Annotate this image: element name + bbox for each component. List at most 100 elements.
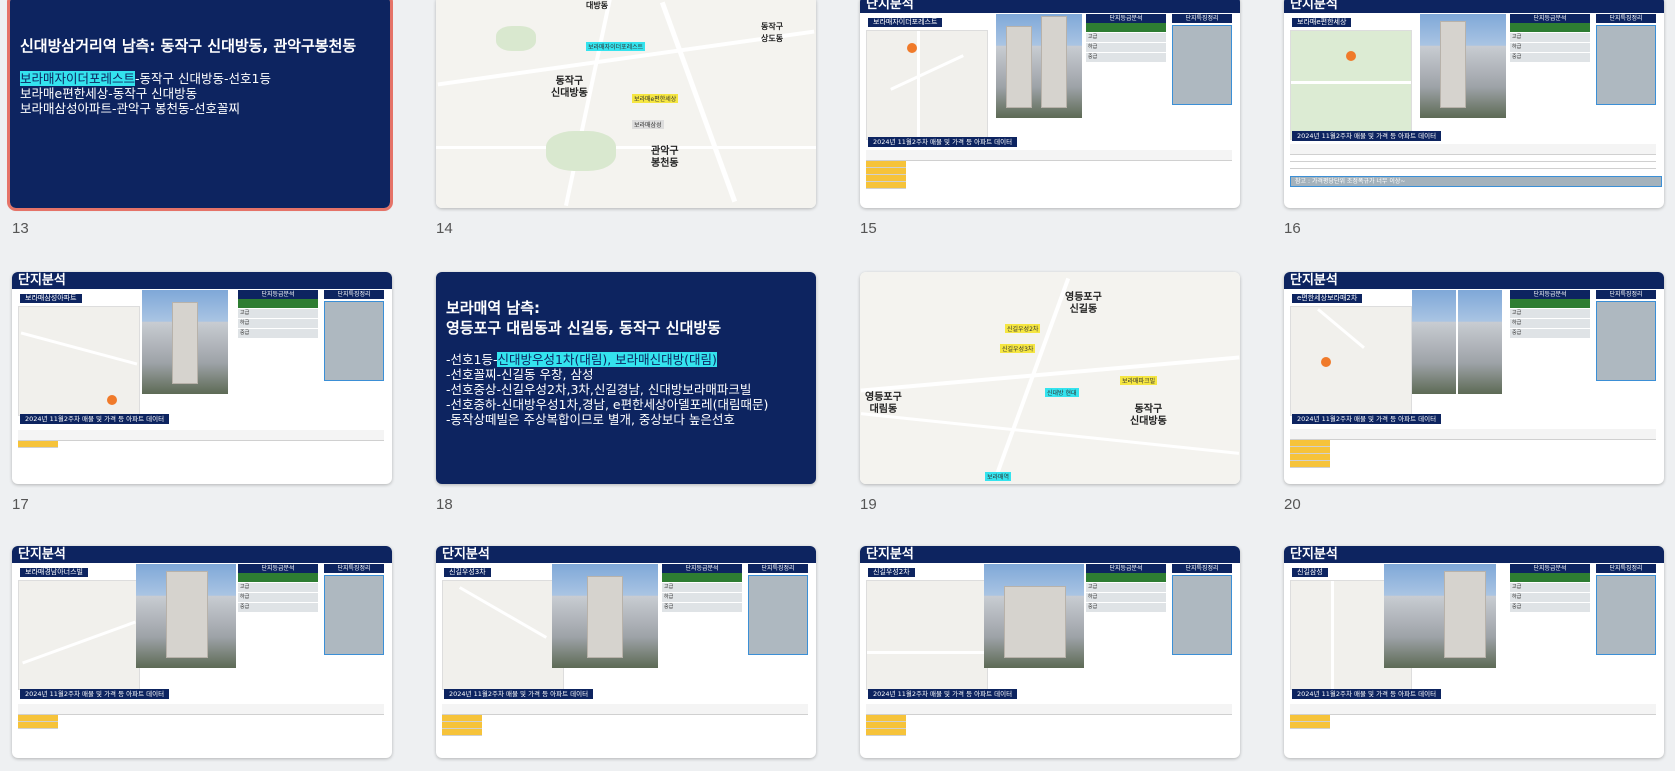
slide-line-2: -선호꼴찌-신길동 우창, 삼성 [446, 367, 594, 382]
map-label: 동작구 신대방동 [551, 76, 588, 99]
highlight-text: 보라매자이더포레스트 [20, 71, 136, 86]
location-map [442, 580, 564, 690]
map-marker-label: 보라매삼성 [632, 120, 664, 129]
slide-thumbnail-20[interactable]: 단지분석 e편한세상보라매2차 단지등급분석 고급 하급 중급 단지특징정리 2024… [1284, 272, 1664, 484]
slide-thumbnail-18[interactable]: 보라매역 남측: 영등포구 대림동과 신길동, 동작구 신대방동 -선호1등-신… [436, 272, 816, 484]
note-bar: 참고 : 가격평당단위 조정폭규가 너무 이상~ [1290, 176, 1662, 187]
slide-header: 단지분석 [860, 546, 1240, 563]
slide-header: 단지분석 [1284, 546, 1664, 563]
feature-box: 단지특징정리 [324, 564, 384, 655]
slide-header: 단지분석 [12, 546, 392, 563]
data-table-title: 2024년 11월2주차 매물 및 가격 등 아파트 데이터 [868, 689, 1018, 699]
map-label: 대방동 [586, 1, 609, 10]
data-table-title: 2024년 11월2주차 매물 및 가격 등 아파트 데이터 [1292, 131, 1442, 141]
location-map [18, 306, 140, 416]
apartment-data-table [18, 704, 384, 729]
data-table-title: 2024년 11월2주차 매물 및 가격 등 아파트 데이터 [20, 414, 170, 424]
slide-thumbnail-23[interactable]: 단지분석 신길우성2차 단지등급분석 고급 하급 중급 단지특징정리 2024년 11… [860, 546, 1240, 758]
map-label: 동작구 신대방동 [1130, 404, 1167, 427]
data-table-title: 2024년 11월2주차 매물 및 가격 등 아파트 데이터 [1292, 414, 1442, 424]
feature-box: 단지특징정리 [324, 290, 384, 381]
slide-thumbnail-21[interactable]: 단지분석 보라매경남아너스빌 단지등급분석 고급 하급 중급 단지특징정리 2024년… [12, 546, 392, 758]
location-map [866, 580, 988, 690]
grade-table: 단지등급분석 고급 하급 중급 [662, 564, 742, 636]
slide-line-4: -선호중하-신대방우성1차,경남, e편한세상아델포레(대림때문) [446, 397, 769, 412]
grade-table: 단지등급분석 고급 하급 중급 [238, 290, 318, 362]
complex-photo [136, 564, 236, 668]
apartment-data-table [866, 704, 1232, 754]
feature-box: 단지특징정리 [1596, 290, 1656, 381]
slide-line-3: 보라매삼성아파트-관악구 봉천동-선호꼴찌 [20, 101, 240, 116]
apartment-data-table [1290, 704, 1656, 734]
map-marker-label: 보라매e편한세상 [632, 94, 679, 103]
slide-number: 17 [12, 496, 29, 513]
complex-name: e편한세상보라매2차 [1292, 294, 1363, 303]
data-table-title: 2024년 11월2주차 매물 및 가격 등 아파트 데이터 [444, 689, 594, 699]
slide-thumbnail-16[interactable]: 단지분석 보라매e편한세상 단지등급분석 고급 하급 중급 단지특징정리 2024년 … [1284, 0, 1664, 208]
apartment-data-table [866, 150, 1232, 200]
map-marker-label: 보라매파크빌 [1120, 376, 1158, 385]
location-map [18, 580, 140, 690]
map-highlight-label: 보라매자이더포레스트 [586, 42, 646, 51]
map-label: 관악구 봉천동 [651, 146, 679, 169]
complex-name: 신길우성3차 [444, 568, 491, 577]
map-marker-label: 신길우성3차 [1000, 344, 1036, 353]
map-image: 영등포구 신길동 영등포구 대림동 동작구 신대방동 신길우성2차 신길우성3차… [860, 272, 1240, 484]
complex-name: 보라매e편한세상 [1292, 18, 1352, 27]
apartment-data-table [1290, 429, 1656, 479]
slide-header: 단지분석 [860, 0, 1240, 13]
slide-header: 단지분석 [12, 272, 392, 289]
slide-thumbnail-22[interactable]: 단지분석 신길우성3차 단지등급분석 고급 하급 중급 단지특징정리 2024년 11… [436, 546, 816, 758]
complex-name: 신길삼성 [1292, 568, 1328, 577]
slide-number: 18 [436, 496, 453, 513]
feature-box: 단지특징정리 [1172, 14, 1232, 105]
slide-thumbnail-14[interactable]: 동작구 신대방동 관악구 봉천동 동작구 상도동 대방동 보라매자이더포레스트 … [436, 0, 816, 208]
slide-thumbnail-19[interactable]: 영등포구 신길동 영등포구 대림동 동작구 신대방동 신길우성2차 신길우성3차… [860, 272, 1240, 484]
complex-photo [1412, 290, 1456, 394]
location-map [866, 30, 988, 140]
slide-line-2: 보라매e편한세상-동작구 신대방동 [20, 86, 198, 101]
slide-thumbnail-17[interactable]: 단지분석 보라매삼성아파트 단지등급분석 고급 하급 중급 단지특징정리 2024년 … [12, 272, 392, 484]
grade-table: 단지등급분석 고급 하급 중급 [1510, 14, 1590, 86]
map-marker-label: 신길우성2차 [1005, 324, 1041, 333]
complex-photo [1458, 290, 1502, 394]
slide-title: 보라매역 남측: 영등포구 대림동과 신길동, 동작구 신대방동 [446, 299, 721, 337]
complex-photo [984, 564, 1084, 668]
map-image: 동작구 신대방동 관악구 봉천동 동작구 상도동 대방동 보라매자이더포레스트 … [436, 0, 816, 208]
complex-name: 보라매경남아너스빌 [20, 568, 88, 577]
slide-number: 14 [436, 220, 453, 237]
apartment-data-table [18, 430, 384, 450]
map-label: 동작구 상도동 [761, 22, 784, 43]
slide-line-5: -동작상떼빌은 주상복합이므로 별개, 중상보다 높은선호 [446, 412, 735, 427]
complex-photo [1420, 14, 1506, 118]
slide-title: 신대방삼거리역 남측: 동작구 신대방동, 관악구봉천동 [20, 37, 357, 55]
grade-table: 단지등급분석 고급 하급 중급 [1086, 14, 1166, 86]
highlight-text: 신대방우성1차(대림), 보라매신대방(대림) [497, 352, 717, 367]
slide-number: 19 [860, 496, 877, 513]
slide-thumbnail-13[interactable]: 신대방삼거리역 남측: 동작구 신대방동, 관악구봉천동 보라매자이더포레스트-… [7, 0, 393, 211]
slide-line-1: -선호1등-신대방우성1차(대림), 보라매신대방(대림) [446, 352, 717, 367]
data-table-title: 2024년 11월2주차 매물 및 가격 등 아파트 데이터 [1292, 689, 1442, 699]
slide-number: 15 [860, 220, 877, 237]
complex-photo [996, 14, 1082, 118]
slide-number: 13 [12, 220, 29, 237]
data-table-title: 2024년 11월2주차 매물 및 가격 등 아파트 데이터 [868, 137, 1018, 147]
map-highlight-label: 신대방 현대 [1045, 388, 1079, 397]
feature-box: 단지특징정리 [1596, 14, 1656, 105]
grade-table: 단지등급분석 고급 하급 중급 [1510, 564, 1590, 636]
slide-thumbnail-15[interactable]: 단지분석 보라매자이더포레스트 단지등급분석 고급 하급 중급 단지특징정리 2024… [860, 0, 1240, 208]
slide-header: 단지분석 [436, 546, 816, 563]
complex-name: 보라매자이더포레스트 [868, 18, 943, 27]
complex-photo [142, 290, 228, 394]
location-map [1290, 306, 1412, 416]
complex-photo [552, 564, 658, 668]
feature-box: 단지특징정리 [1172, 564, 1232, 655]
slide-thumbnail-24[interactable]: 단지분석 신길삼성 단지등급분석 고급 하급 중급 단지특징정리 2024년 11월2… [1284, 546, 1664, 758]
data-table-title: 2024년 11월2주차 매물 및 가격 등 아파트 데이터 [20, 689, 170, 699]
slide-number: 20 [1284, 496, 1301, 513]
map-label: 영등포구 대림동 [865, 392, 902, 415]
apartment-data-table [442, 704, 808, 754]
slide-header: 단지분석 [1284, 272, 1664, 289]
map-highlight-label: 보라매역 [985, 472, 1012, 481]
location-map [1290, 30, 1412, 140]
